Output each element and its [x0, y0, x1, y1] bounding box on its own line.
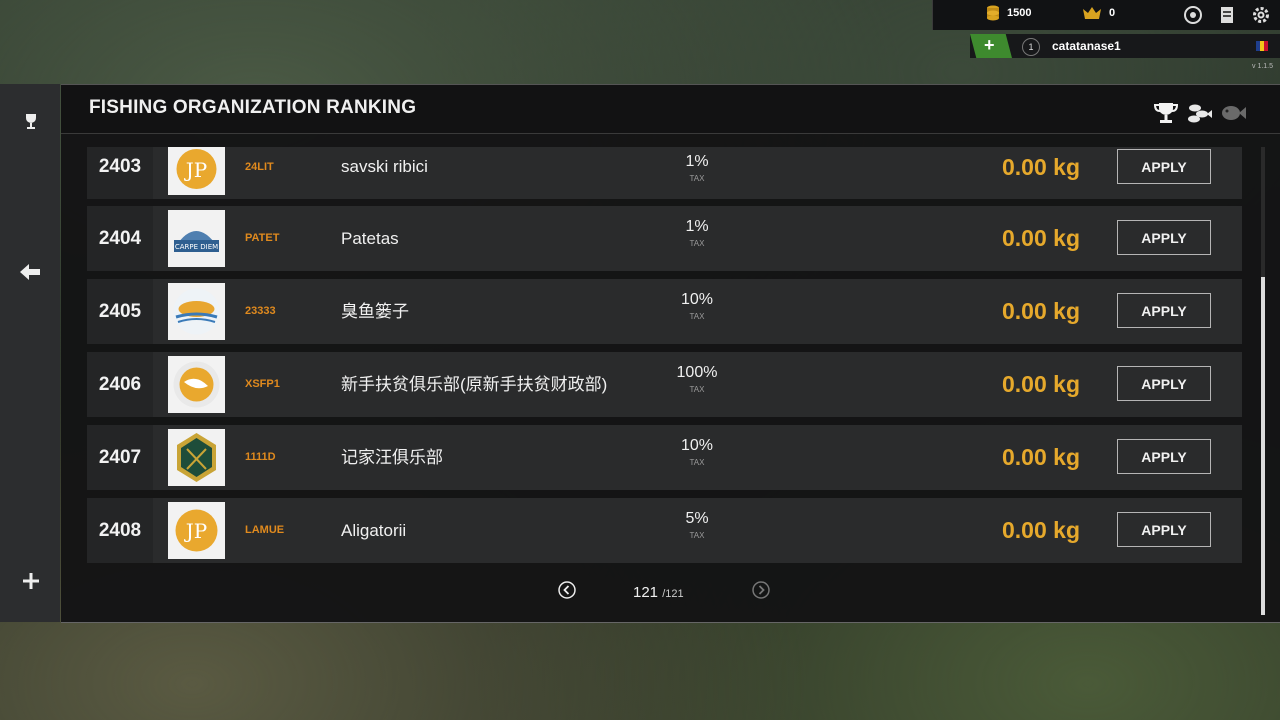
ranking-panel: FISHING ORGANIZATION RANKING 2403 JP 24L…	[61, 84, 1280, 623]
org-weight: 0.00 kg	[1002, 154, 1080, 180]
ranking-row: 2403 JP 24LIT savski ribici 1% TAX 0.00 …	[87, 147, 1242, 199]
org-name: savski ribici	[341, 157, 428, 176]
sidebar	[0, 84, 60, 622]
tax-percent: 10%	[680, 291, 714, 308]
apply-button[interactable]: APPLY	[1117, 366, 1211, 401]
org-weight: 0.00 kg	[1002, 225, 1080, 251]
rank-number: 2408	[87, 498, 153, 563]
crown-icon	[1083, 7, 1101, 19]
org-logo: JP	[168, 502, 225, 559]
fish-group-icon[interactable]	[1186, 101, 1212, 125]
org-logo	[168, 356, 225, 413]
org-weight: 0.00 kg	[1002, 444, 1080, 470]
prev-page-icon[interactable]	[558, 581, 576, 599]
org-tax: 1% TAX	[647, 218, 747, 248]
add-button[interactable]: +	[970, 34, 1012, 58]
scrollbar[interactable]	[1261, 147, 1265, 615]
gear-icon[interactable]	[1251, 5, 1271, 25]
org-tax: 5% TAX	[647, 510, 747, 540]
org-name: 新手扶贫俱乐部(原新手扶贫财政部)	[341, 375, 608, 394]
username[interactable]: catatanase1	[1052, 39, 1121, 53]
scrollbar-thumb[interactable]	[1261, 277, 1265, 615]
org-tag: 1111D	[245, 451, 276, 463]
rank-number: 2403	[87, 147, 153, 199]
org-logo	[168, 429, 225, 486]
back-arrow-icon[interactable]	[20, 264, 40, 280]
tax-label: TAX	[689, 174, 705, 183]
trophy-tab-icon[interactable]	[1154, 101, 1178, 125]
plus-icon[interactable]	[23, 573, 39, 589]
tax-percent: 1%	[685, 218, 709, 235]
tax-label: TAX	[689, 458, 705, 467]
ranking-row: 2408 JP LAMUE Aligatorii 5% TAX 0.00 kg …	[87, 498, 1242, 563]
tax-percent: 5%	[685, 510, 709, 527]
apply-button[interactable]: APPLY	[1117, 512, 1211, 547]
page-indicator: 121 /121	[633, 584, 684, 601]
next-page-icon[interactable]	[752, 581, 770, 599]
panel-header: FISHING ORGANIZATION RANKING	[61, 85, 1280, 134]
org-name: 臭鱼篓子	[341, 302, 409, 321]
org-logo	[168, 283, 225, 340]
apply-button[interactable]: APPLY	[1117, 439, 1211, 474]
trophy-icon[interactable]	[24, 114, 38, 130]
rank-number: 2405	[87, 279, 153, 344]
total-pages: /121	[662, 588, 684, 600]
org-tag: PATET	[245, 232, 280, 244]
version-label: v 1.1.5	[1252, 63, 1274, 70]
ranking-row: 2407 1111D 记家汪俱乐部 10% TAX 0.00 kg APPLY	[87, 425, 1242, 490]
org-name: Patetas	[341, 229, 399, 248]
apply-button[interactable]: APPLY	[1117, 220, 1211, 255]
org-logo: CARPE DIEM	[168, 210, 225, 267]
apply-button[interactable]: APPLY	[1117, 149, 1211, 184]
org-tax: 100% TAX	[647, 364, 747, 394]
tax-percent: 100%	[676, 364, 718, 381]
fish-icon[interactable]	[1220, 101, 1246, 125]
svg-text:JP: JP	[184, 158, 207, 182]
tax-label: TAX	[689, 239, 705, 248]
panel-title: FISHING ORGANIZATION RANKING	[89, 97, 417, 118]
tax-percent: 10%	[680, 437, 714, 454]
tax-percent: 1%	[685, 153, 709, 170]
rank-number: 2406	[87, 352, 153, 417]
friends-icon[interactable]	[1183, 5, 1203, 25]
gold-count: 0	[1109, 7, 1116, 19]
org-tax: 1% TAX	[647, 153, 747, 183]
org-tag: XSFP1	[245, 378, 280, 390]
org-weight: 0.00 kg	[1002, 371, 1080, 397]
ranking-row: 2404 CARPE DIEM PATET Patetas 1% TAX 0.0…	[87, 206, 1242, 271]
top-bar: 1500 0	[932, 0, 1280, 30]
coins-count: 1500	[1007, 7, 1032, 19]
rank-number: 2404	[87, 206, 153, 271]
tax-label: TAX	[689, 385, 705, 394]
notes-icon[interactable]	[1217, 5, 1237, 25]
svg-text:JP: JP	[184, 519, 207, 543]
pagination: 121 /121	[61, 575, 1280, 605]
org-tag: 24LIT	[245, 161, 274, 173]
svg-text:CARPE DIEM: CARPE DIEM	[175, 243, 218, 251]
rank-number: 2407	[87, 425, 153, 490]
user-bar: + 1 catatanase1	[970, 34, 1280, 58]
org-name: Aligatorii	[341, 521, 407, 540]
current-page: 121	[633, 584, 659, 601]
org-tag: LAMUE	[245, 524, 285, 536]
org-tag: 23333	[245, 305, 276, 317]
ranking-row: 2405 23333 臭鱼篓子 10% TAX 0.00 kg APPLY	[87, 279, 1242, 344]
org-logo: JP	[168, 147, 225, 195]
org-weight: 0.00 kg	[1002, 517, 1080, 543]
coins-icon	[987, 5, 999, 21]
flag-icon	[1256, 41, 1268, 51]
tax-label: TAX	[689, 531, 705, 540]
org-tax: 10% TAX	[647, 291, 747, 321]
org-name: 记家汪俱乐部	[341, 448, 443, 467]
ranking-row: 2406 XSFP1 新手扶贫俱乐部(原新手扶贫财政部) 100% TAX 0.…	[87, 352, 1242, 417]
org-weight: 0.00 kg	[1002, 298, 1080, 324]
tax-label: TAX	[689, 312, 705, 321]
level-badge: 1	[1022, 38, 1040, 56]
apply-button[interactable]: APPLY	[1117, 293, 1211, 328]
org-tax: 10% TAX	[647, 437, 747, 467]
